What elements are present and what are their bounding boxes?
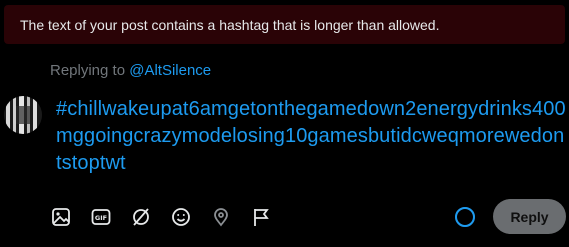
replying-to: Replying to @AltSilence	[50, 62, 211, 79]
avatar[interactable]	[4, 96, 42, 134]
character-progress-ring	[454, 206, 476, 228]
post-text-input[interactable]: #chillwakeupat6amgetonthegamedown2energy…	[56, 96, 566, 177]
grok-icon[interactable]	[130, 206, 152, 228]
image-icon[interactable]	[50, 206, 72, 228]
replying-prefix: Replying to	[50, 62, 130, 79]
gif-icon[interactable]: GIF	[90, 206, 112, 228]
location-icon[interactable]	[210, 206, 232, 228]
replying-handle-link[interactable]: @AltSilence	[129, 62, 211, 79]
error-banner: The text of your post contains a hashtag…	[4, 5, 565, 44]
hashtag-text: #chillwakeupat6amgetonthegamedown2energy…	[56, 98, 566, 174]
svg-text:GIF: GIF	[95, 214, 107, 222]
emoji-icon[interactable]	[170, 206, 192, 228]
compose-toolbar: GIF	[50, 202, 290, 232]
reply-button[interactable]: Reply	[493, 199, 566, 234]
flag-icon[interactable]	[250, 206, 272, 228]
error-message: The text of your post contains a hashtag…	[20, 16, 440, 33]
